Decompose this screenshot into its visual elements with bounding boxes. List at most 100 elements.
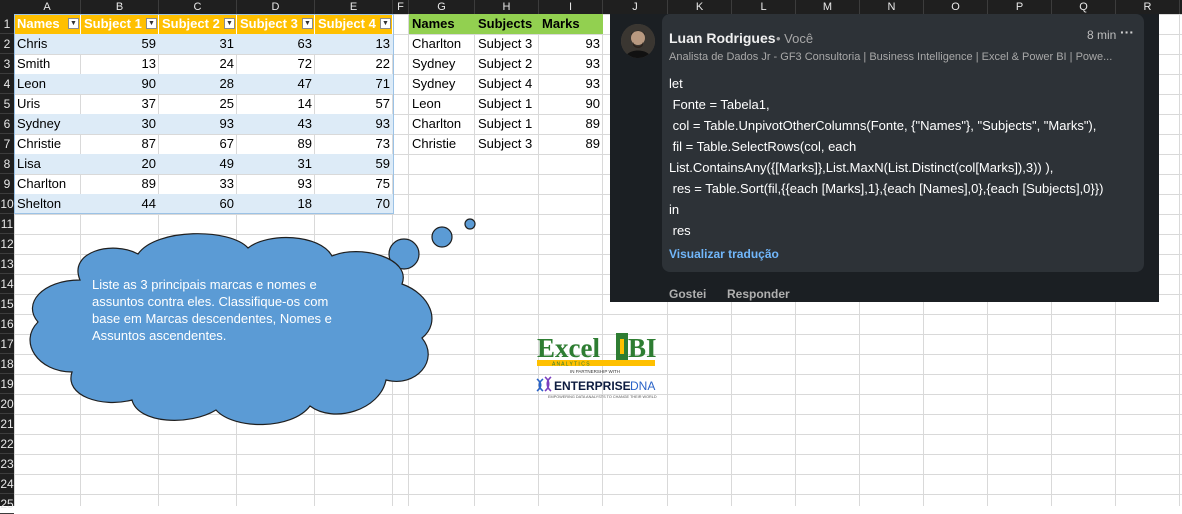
table1-cell[interactable]: Smith [14, 54, 81, 74]
table1-cell[interactable]: Chris [14, 34, 81, 54]
table2-cell[interactable]: 89 [539, 134, 603, 154]
table1-cell[interactable]: Charlton [14, 174, 81, 194]
row-header-16[interactable]: 16 [0, 314, 14, 334]
column-header-n[interactable]: N [860, 0, 924, 14]
column-header-h[interactable]: H [475, 0, 539, 14]
table2-cell[interactable]: 93 [539, 34, 603, 54]
table2-cell[interactable]: Subject 1 [475, 114, 539, 134]
column-header-f[interactable]: F [393, 0, 409, 14]
column-header-d[interactable]: D [237, 0, 315, 14]
column-header-m[interactable]: M [796, 0, 860, 14]
column-header-a[interactable]: A [14, 0, 81, 14]
table1-cell[interactable]: 33 [159, 174, 237, 194]
translate-link[interactable]: Visualizar tradução [669, 247, 779, 261]
table1-cell[interactable]: 37 [81, 94, 159, 114]
table1-cell[interactable]: 72 [237, 54, 315, 74]
table2-cell[interactable]: Sydney [409, 74, 475, 94]
column-header-q[interactable]: Q [1052, 0, 1116, 14]
table1-cell[interactable]: 89 [237, 134, 315, 154]
comment-author[interactable]: Luan Rodrigues [669, 30, 776, 46]
table2-cell[interactable]: Subject 1 [475, 94, 539, 114]
table1-cell[interactable]: 89 [81, 174, 159, 194]
row-header-5[interactable]: 5 [0, 94, 14, 114]
avatar[interactable] [621, 24, 655, 58]
table2-cell[interactable]: 93 [539, 54, 603, 74]
table1-cell[interactable]: 13 [315, 34, 393, 54]
row-header-23[interactable]: 23 [0, 454, 14, 474]
table1-cell[interactable]: 67 [159, 134, 237, 154]
table2-header-cell[interactable]: Subjects [475, 14, 539, 34]
table1-cell[interactable]: 49 [159, 154, 237, 174]
table1-cell[interactable]: 28 [159, 74, 237, 94]
table2-cell[interactable]: Christie [409, 134, 475, 154]
row-header-8[interactable]: 8 [0, 154, 14, 174]
row-header-6[interactable]: 6 [0, 114, 14, 134]
table2-cell[interactable]: Leon [409, 94, 475, 114]
row-header-2[interactable]: 2 [0, 34, 14, 54]
row-header-1[interactable]: 1 [0, 14, 14, 34]
table1-header-cell[interactable]: Subject 2 [159, 14, 237, 34]
table2-header-cell[interactable]: Names [409, 14, 475, 34]
table1-header-cell[interactable]: Subject 3 [237, 14, 315, 34]
table1-cell[interactable]: 59 [315, 154, 393, 174]
row-header-14[interactable]: 14 [0, 274, 14, 294]
column-header-j[interactable]: J [603, 0, 668, 14]
table2-cell[interactable]: Charlton [409, 34, 475, 54]
table2-cell[interactable]: Charlton [409, 114, 475, 134]
row-header-18[interactable]: 18 [0, 354, 14, 374]
row-header-19[interactable]: 19 [0, 374, 14, 394]
row-header-21[interactable]: 21 [0, 414, 14, 434]
row-header-20[interactable]: 20 [0, 394, 14, 414]
column-header-c[interactable]: C [159, 0, 237, 14]
table1-cell[interactable]: 75 [315, 174, 393, 194]
table1-cell[interactable]: 25 [159, 94, 237, 114]
column-header-k[interactable]: K [668, 0, 732, 14]
table2-cell[interactable]: Subject 4 [475, 74, 539, 94]
table1-cell[interactable]: 93 [315, 114, 393, 134]
table2-cell[interactable]: Sydney [409, 54, 475, 74]
table1-cell[interactable]: 24 [159, 54, 237, 74]
table2-cell[interactable]: 90 [539, 94, 603, 114]
table1-cell[interactable]: 90 [81, 74, 159, 94]
column-header-i[interactable]: I [539, 0, 603, 14]
row-header-7[interactable]: 7 [0, 134, 14, 154]
row-header-15[interactable]: 15 [0, 294, 14, 314]
table1-cell[interactable]: 63 [237, 34, 315, 54]
table2-cell[interactable]: 93 [539, 74, 603, 94]
table1-cell[interactable]: 57 [315, 94, 393, 114]
row-header-24[interactable]: 24 [0, 474, 14, 494]
table1-cell[interactable]: 31 [237, 154, 315, 174]
table1-cell[interactable]: Sydney [14, 114, 81, 134]
table1-header-cell[interactable]: Subject 4 [315, 14, 393, 34]
row-header-13[interactable]: 13 [0, 254, 14, 274]
table2-cell[interactable]: Subject 2 [475, 54, 539, 74]
table1-cell[interactable]: 93 [237, 174, 315, 194]
row-header-9[interactable]: 9 [0, 174, 14, 194]
table1-cell[interactable]: 43 [237, 114, 315, 134]
column-header-r[interactable]: R [1116, 0, 1180, 14]
table2-header-cell[interactable]: Marks [539, 14, 603, 34]
row-header-12[interactable]: 12 [0, 234, 14, 254]
table1-cell[interactable]: 20 [81, 154, 159, 174]
row-header-25[interactable]: 25 [0, 494, 14, 514]
row-header-3[interactable]: 3 [0, 54, 14, 74]
column-header-b[interactable]: B [81, 0, 159, 14]
table2-cell[interactable]: 89 [539, 114, 603, 134]
table1-cell[interactable]: 71 [315, 74, 393, 94]
table1-cell[interactable]: 47 [237, 74, 315, 94]
row-header-22[interactable]: 22 [0, 434, 14, 454]
column-header-g[interactable]: G [409, 0, 475, 14]
table1-cell[interactable]: 31 [159, 34, 237, 54]
table1-cell[interactable]: 87 [81, 134, 159, 154]
row-header-4[interactable]: 4 [0, 74, 14, 94]
row-header-10[interactable]: 10 [0, 194, 14, 214]
column-header-o[interactable]: O [924, 0, 988, 14]
table1-cell[interactable]: 22 [315, 54, 393, 74]
like-button[interactable]: Gostei [669, 287, 706, 301]
more-options-icon[interactable]: ··· [1120, 24, 1134, 40]
row-header-17[interactable]: 17 [0, 334, 14, 354]
column-header-e[interactable]: E [315, 0, 393, 14]
table2-cell[interactable]: Subject 3 [475, 34, 539, 54]
reply-button[interactable]: Responder [727, 287, 790, 301]
table1-header-cell[interactable]: Names [14, 14, 81, 34]
